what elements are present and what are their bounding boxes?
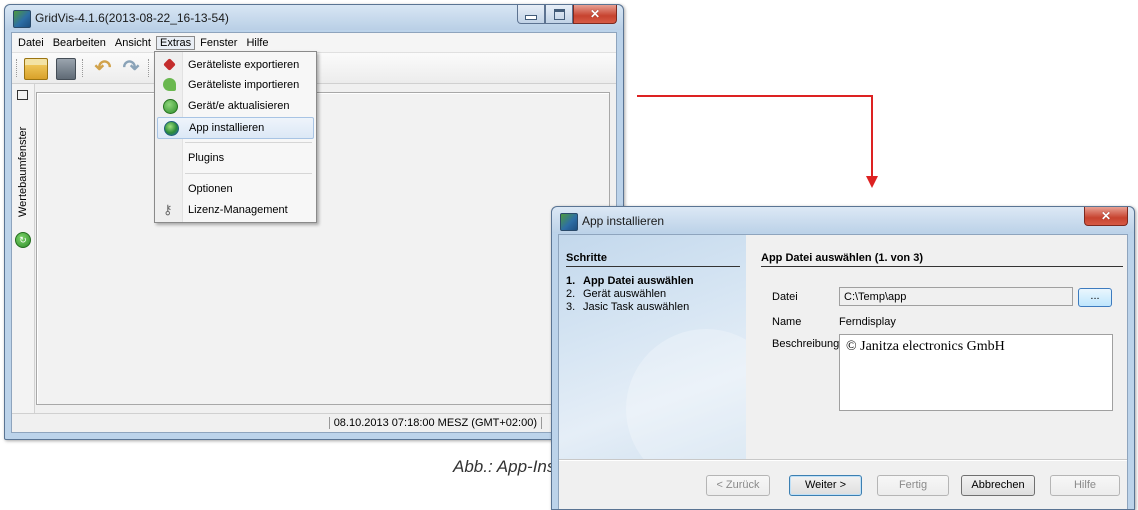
update-icon (163, 99, 178, 114)
close-button[interactable]: ✕ (573, 5, 617, 24)
step-label: Jasic Task auswählen (583, 301, 690, 313)
arrow-head-icon (866, 176, 878, 188)
app-install-dialog: App installieren ✕ Schritte 1. App Datei … (551, 206, 1135, 510)
import-icon (163, 78, 176, 91)
connector-arrow-vertical (871, 95, 873, 177)
dialog-title-bar[interactable]: App installieren ✕ (552, 207, 1134, 233)
minimize-button[interactable] (517, 5, 545, 24)
description-label: Beschreibung (772, 338, 840, 350)
window-controls: ✕ (517, 5, 617, 24)
description-field[interactable]: © Janitza electronics GmbH (839, 334, 1113, 411)
dialog-app-icon (560, 213, 578, 231)
main-window-title: GridVis-4.1.6(2013-08-22_16-13-54) (35, 11, 229, 25)
browse-button[interactable]: ... (1078, 288, 1112, 307)
extras-dropdown-menu: Geräteliste exportieren Geräteliste impo… (154, 51, 317, 223)
step-1: 1. App Datei auswählen (566, 275, 694, 287)
menu-item-export-device-list[interactable]: Geräteliste exportieren (157, 55, 314, 75)
menu-item-options[interactable]: Optionen (157, 179, 314, 199)
cancel-button[interactable]: Abbrechen (961, 475, 1035, 496)
menu-datei[interactable]: Datei (14, 36, 48, 50)
step-label: Gerät auswählen (583, 288, 667, 300)
toolbar-grip[interactable] (16, 59, 20, 77)
toolbar-separator-2 (148, 59, 152, 77)
step-number: 1. (566, 275, 576, 287)
next-button[interactable]: Weiter > (789, 475, 862, 496)
save-icon[interactable] (56, 58, 76, 80)
name-value: Ferndisplay (839, 316, 896, 328)
panel-title: App Datei auswählen (1. von 3) (761, 252, 923, 264)
menu-item-license-management[interactable]: ⚷ Lizenz-Management (157, 200, 314, 220)
export-icon (163, 58, 176, 71)
step-number: 3. (566, 301, 576, 313)
close-icon: ✕ (1100, 209, 1112, 223)
menu-item-plugins[interactable]: Plugins (157, 148, 314, 168)
globe-icon (164, 121, 179, 136)
file-path-field[interactable]: C:\Temp\app (839, 287, 1073, 306)
toolbar-separator (82, 59, 86, 77)
menu-fenster[interactable]: Fenster (196, 36, 241, 50)
file-label: Datei (772, 291, 798, 303)
menu-ansicht[interactable]: Ansicht (111, 36, 155, 50)
menu-bearbeiten[interactable]: Bearbeiten (49, 36, 110, 50)
connector-arrow-horizontal (637, 95, 872, 97)
menu-item-label: Gerät/e aktualisieren (188, 100, 290, 112)
dialog-window-controls: ✕ (1084, 207, 1128, 226)
minimize-icon (525, 14, 537, 20)
menu-item-label: App installieren (189, 122, 265, 134)
step-2: 2. Gerät auswählen (566, 288, 666, 300)
menu-extras[interactable]: Extras (155, 35, 196, 50)
status-bar: 08.10.2013 07:18:00 MESZ (GMT+02:00) (12, 413, 616, 432)
main-content-area (36, 92, 610, 405)
menu-separator (185, 142, 312, 143)
side-panel-tab-label[interactable]: Wertebaumfenster (17, 123, 29, 217)
name-label: Name (772, 316, 802, 328)
help-button[interactable]: Hilfe (1050, 475, 1120, 496)
step-3: 3. Jasic Task auswählen (566, 301, 689, 313)
step-label: App Datei auswählen (583, 275, 694, 287)
status-datetime: 08.10.2013 07:18:00 MESZ (GMT+02:00) (328, 417, 542, 429)
menu-bar: Datei Bearbeiten Ansicht Extras Fenster … (12, 33, 616, 53)
footer-separator (559, 459, 1127, 460)
steps-panel-decoration (626, 329, 746, 459)
menu-separator (185, 173, 312, 174)
steps-header: Schritte (566, 252, 607, 264)
undo-icon[interactable]: ↶ (92, 58, 114, 78)
panel-title-underline (761, 266, 1123, 267)
redo-icon[interactable]: ↷ (120, 58, 142, 78)
dialog-close-button[interactable]: ✕ (1084, 207, 1128, 226)
close-icon: ✕ (589, 7, 601, 21)
menu-hilfe[interactable]: Hilfe (242, 36, 272, 50)
back-button[interactable]: < Zurück (706, 475, 770, 496)
main-title-bar[interactable]: GridVis-4.1.6(2013-08-22_16-13-54) ✕ (5, 5, 623, 30)
steps-header-underline (566, 266, 740, 267)
step-number: 2. (566, 288, 576, 300)
open-folder-icon[interactable] (24, 58, 48, 80)
dialog-client-area: Schritte 1. App Datei auswählen 2. Gerät a… (558, 234, 1128, 509)
menu-item-label: Geräteliste importieren (188, 79, 300, 91)
side-panel-strip: Wertebaumfenster ↻ (12, 84, 35, 413)
gridvis-app-icon (13, 10, 31, 28)
menu-item-label: Plugins (188, 152, 225, 164)
menu-item-label: Optionen (188, 183, 233, 195)
steps-panel: Schritte 1. App Datei auswählen 2. Gerät a… (559, 235, 746, 459)
dialog-title: App installieren (582, 214, 665, 228)
menu-item-label: Geräteliste exportieren (188, 59, 300, 71)
menu-item-label: Lizenz-Management (188, 204, 288, 216)
maximize-icon (553, 8, 565, 20)
menu-item-update-devices[interactable]: Gerät/e aktualisieren (157, 96, 314, 116)
refresh-icon[interactable]: ↻ (15, 232, 31, 248)
restore-window-icon[interactable] (17, 90, 28, 100)
menu-item-import-device-list[interactable]: Geräteliste importieren (157, 75, 314, 95)
menu-item-install-app[interactable]: App installieren (157, 117, 314, 139)
maximize-button[interactable] (545, 5, 573, 24)
finish-button[interactable]: Fertig (877, 475, 949, 496)
key-icon: ⚷ (163, 202, 173, 217)
